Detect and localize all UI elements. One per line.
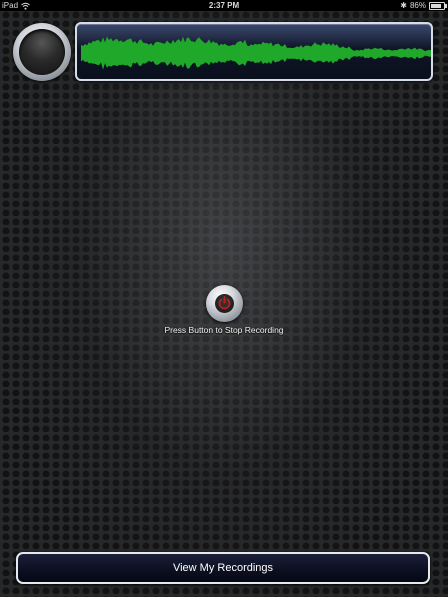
status-time: 2:37 PM xyxy=(208,1,240,10)
stop-recording-label: Press Button to Stop Recording xyxy=(164,325,284,335)
battery-fill xyxy=(431,3,442,8)
power-icon xyxy=(218,296,231,310)
battery-nub xyxy=(445,3,447,8)
battery-percent: 86% xyxy=(409,1,426,10)
battery-icon xyxy=(429,1,447,10)
stop-recording-button[interactable] xyxy=(206,285,243,322)
record-indicator-button[interactable] xyxy=(13,23,71,81)
status-bar: iPad 2:37 PM ✱ 86% xyxy=(0,0,448,11)
waveform-display xyxy=(75,22,433,81)
view-recordings-button[interactable]: View My Recordings xyxy=(16,552,430,584)
status-right: ✱ 86% xyxy=(400,0,447,11)
bluetooth-icon: ✱ xyxy=(400,1,407,10)
waveform-graph xyxy=(81,36,431,70)
record-indicator-inner xyxy=(19,29,65,75)
